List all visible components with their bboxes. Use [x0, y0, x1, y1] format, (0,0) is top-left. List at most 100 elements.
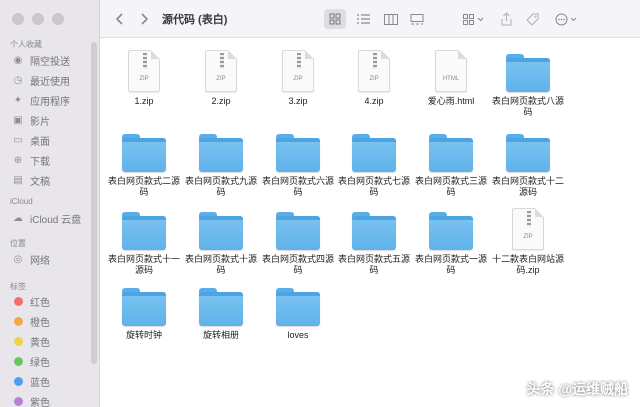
- file-name-label: 3.zip: [288, 96, 308, 106]
- zip-file-icon: ZIP: [128, 50, 160, 92]
- sidebar-tag[interactable]: 红色: [12, 292, 92, 310]
- file-name-label: 爱心雨.html: [427, 96, 475, 106]
- file-name-label: 表白网页款式四源码: [261, 254, 334, 275]
- tag-color-dot: [14, 376, 23, 386]
- folder-icon: [276, 134, 320, 172]
- file-name-label: 1.zip: [134, 96, 154, 106]
- folder-item[interactable]: 表白网页款式四源码: [260, 204, 336, 276]
- folder-icon: [276, 212, 320, 250]
- sidebar-item-label: 网络: [30, 255, 50, 267]
- icon-view-button[interactable]: [324, 9, 346, 29]
- file-item[interactable]: HTML 爱心雨.html: [413, 46, 489, 107]
- folder-item[interactable]: 表白网页款式十源码: [183, 204, 259, 276]
- zip-file-icon: ZIP: [358, 50, 390, 92]
- file-name-label: 表白网页款式五源码: [337, 254, 410, 275]
- sidebar-item-movies[interactable]: ▣ 影片: [12, 111, 92, 129]
- tag-button[interactable]: [524, 9, 540, 29]
- sidebar-scrollbar[interactable]: [91, 42, 97, 364]
- sidebar-item-network[interactable]: ◎ 网络: [12, 250, 92, 268]
- folder-item[interactable]: 表白网页款式七源码: [336, 126, 412, 198]
- file-name-label: 4.zip: [364, 96, 384, 106]
- folder-item[interactable]: 旋转相册: [183, 280, 259, 341]
- sidebar-item-icloud-drive[interactable]: ☁ iCloud 云盘: [12, 209, 92, 227]
- folder-icon: [429, 212, 473, 250]
- folder-icon: [352, 134, 396, 172]
- folder-item[interactable]: 表白网页款式一源码: [413, 204, 489, 276]
- tags-header: 标签: [10, 282, 26, 291]
- sidebar-item-download[interactable]: ⊕ 下载: [12, 151, 92, 169]
- sidebar-item-label: 蓝色: [30, 377, 50, 389]
- sidebar-tag[interactable]: 蓝色: [12, 372, 92, 390]
- group-icon: [463, 13, 484, 25]
- sidebar-item-label: 应用程序: [30, 96, 70, 108]
- folder-item[interactable]: 表白网页款式五源码: [336, 204, 412, 276]
- back-button[interactable]: [112, 9, 128, 29]
- tag-color-dot: [14, 356, 23, 366]
- folder-item[interactable]: loves: [260, 280, 336, 341]
- more-actions-button[interactable]: [554, 9, 580, 29]
- sidebar-tag[interactable]: 黄色: [12, 332, 92, 350]
- chevron-left-icon: [116, 13, 123, 25]
- folder-item[interactable]: 表白网页款式三源码: [413, 126, 489, 198]
- file-name-label: 表白网页款式八源码: [491, 96, 564, 117]
- folder-item[interactable]: 表白网页款式二源码: [106, 126, 182, 198]
- forward-button[interactable]: [136, 9, 152, 29]
- folder-icon: [122, 212, 166, 250]
- sidebar-item-label: 影片: [30, 116, 50, 128]
- sidebar-tag[interactable]: 橙色: [12, 312, 92, 330]
- gallery-view-button[interactable]: [406, 9, 428, 29]
- sidebar-item-document[interactable]: ▤ 文稿: [12, 171, 92, 189]
- file-item[interactable]: ZIP 2.zip: [183, 46, 259, 107]
- file-grid: ZIP 1.zip ZIP 2.zip ZIP 3.zip ZIP 4.zip HTML 爱心雨.…: [100, 38, 640, 407]
- folder-item[interactable]: 表白网页款式十二源码: [490, 126, 566, 198]
- folder-icon: [122, 288, 166, 326]
- file-item[interactable]: ZIP 3.zip: [260, 46, 336, 107]
- folder-icon: [199, 212, 243, 250]
- sidebar-item-clock[interactable]: ◷ 最近使用: [12, 71, 92, 89]
- file-name-label: 十二款表白网站源码.zip: [491, 254, 564, 275]
- gallery-view-icon: [410, 13, 424, 24]
- minimize-window-button[interactable]: [32, 13, 44, 25]
- window-controls: [12, 13, 64, 25]
- html-file-icon: HTML: [435, 50, 467, 92]
- sidebar-item-airdrop[interactable]: ◉ 隔空投送: [12, 51, 92, 69]
- share-icon: [501, 12, 511, 26]
- file-item[interactable]: ZIP 1.zip: [106, 46, 182, 107]
- zip-file-icon: ZIP: [205, 50, 237, 92]
- column-view-button[interactable]: [380, 9, 402, 29]
- folder-icon: [122, 134, 166, 172]
- sidebar-tag[interactable]: 绿色: [12, 352, 92, 370]
- file-item[interactable]: ZIP 4.zip: [336, 46, 412, 107]
- file-name-label: 表白网页款式十一源码: [107, 254, 180, 275]
- folder-item[interactable]: 旋转时钟: [106, 280, 182, 341]
- icon-view-icon: [329, 13, 341, 25]
- file-extension-label: HTML: [442, 76, 460, 82]
- tag-color-dot: [14, 316, 23, 326]
- sidebar-item-label: 桌面: [30, 136, 50, 148]
- file-name-label: loves: [287, 330, 309, 340]
- zoom-window-button[interactable]: [52, 13, 64, 25]
- file-item[interactable]: ZIP 十二款表白网站源码.zip: [490, 204, 566, 276]
- file-name-label: 表白网页款式十源码: [184, 254, 257, 275]
- list-view-button[interactable]: [352, 9, 374, 29]
- sidebar: 个人收藏 ◉ 隔空投送 ◷ 最近使用 ✦ 应用程序 ▣ 影片 ▭ 桌面 ⊕ 下载 ▤ 文稿 iCloud …: [0, 0, 100, 407]
- file-extension-label: ZIP: [139, 76, 149, 82]
- folder-icon: [199, 134, 243, 172]
- group-button[interactable]: [460, 9, 488, 29]
- locations-header: 位置: [10, 239, 26, 248]
- folder-item[interactable]: 表白网页款式十一源码: [106, 204, 182, 276]
- folder-item[interactable]: 表白网页款式六源码: [260, 126, 336, 198]
- file-name-label: 表白网页款式六源码: [261, 176, 334, 197]
- folder-item[interactable]: 表白网页款式八源码: [490, 46, 566, 118]
- file-name-label: 表白网页款式一源码: [414, 254, 487, 275]
- tag-color-dot: [14, 296, 23, 306]
- file-name-label: 旋转时钟: [125, 330, 162, 340]
- favorites-header: 个人收藏: [10, 40, 42, 49]
- share-button[interactable]: [498, 9, 514, 29]
- close-window-button[interactable]: [12, 13, 24, 25]
- folder-item[interactable]: 表白网页款式九源码: [183, 126, 259, 198]
- sidebar-item-desktop[interactable]: ▭ 桌面: [12, 131, 92, 149]
- sidebar-tag[interactable]: 紫色: [12, 392, 92, 407]
- sidebar-item-applications[interactable]: ✦ 应用程序: [12, 91, 92, 109]
- applications-icon: ✦: [13, 94, 23, 106]
